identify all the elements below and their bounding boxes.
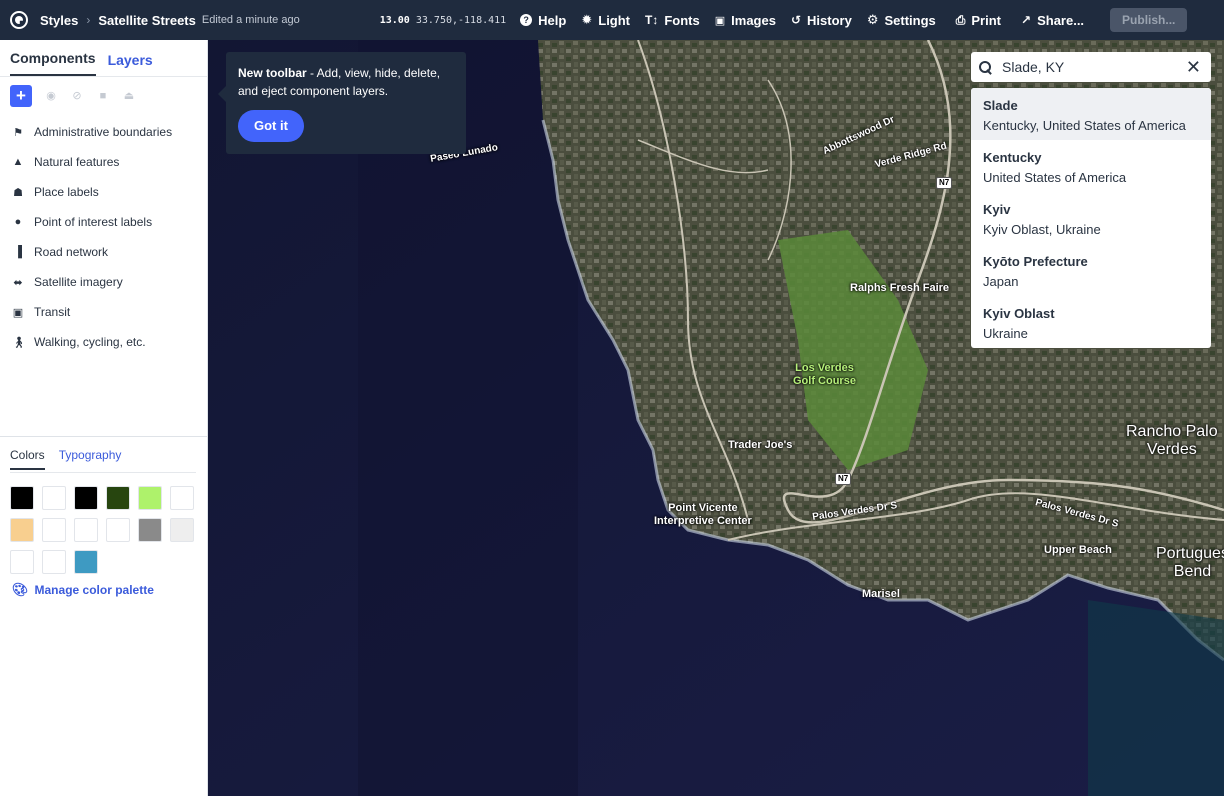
search-icon (979, 60, 992, 74)
view-icon[interactable]: ◉ (44, 90, 58, 102)
search-result[interactable]: Kyōto Prefecture Japan (971, 244, 1211, 296)
pin-icon: ● (14, 216, 22, 228)
transit-icon: ▣ (12, 306, 24, 319)
color-swatch[interactable] (10, 550, 34, 574)
component-natural-features[interactable]: ▲ Natural features (0, 147, 207, 177)
component-transit[interactable]: ▣ Transit (0, 297, 207, 327)
label-trader-joes: Trader Joe's (728, 439, 793, 451)
tab-typography[interactable]: Typography (59, 448, 122, 470)
search-result[interactable]: Kentucky United States of America (971, 140, 1211, 192)
label-rancho-palos-verdes: Rancho Palo Verdes (1126, 423, 1218, 459)
font-icon: T↕ (645, 13, 659, 27)
eject-icon[interactable]: ⏏ (122, 90, 136, 102)
style-subtabs: Colors Typography (10, 448, 121, 470)
tab-layers[interactable]: Layers (108, 52, 153, 76)
color-swatch[interactable] (138, 486, 162, 510)
color-swatch[interactable] (42, 550, 66, 574)
component-satellite-imagery[interactable]: ⬌ Satellite imagery (0, 267, 207, 297)
publish-button[interactable]: Publish... (1110, 8, 1188, 32)
light-button[interactable]: ✹ Light (581, 12, 630, 28)
component-road-network[interactable]: ▐ Road network (0, 237, 207, 267)
color-swatch[interactable] (42, 518, 66, 542)
breadcrumb-styles[interactable]: Styles (40, 13, 78, 28)
color-swatch[interactable] (10, 486, 34, 510)
history-icon: ↺ (790, 13, 802, 27)
printer-icon: ⎙ (955, 12, 966, 27)
label-ralphs-fresh-faire: Ralphs Fresh Faire (850, 282, 950, 294)
search-results: Slade Kentucky, United States of America … (971, 88, 1211, 348)
color-swatch[interactable] (106, 518, 130, 542)
history-button[interactable]: ↺ History (791, 13, 852, 28)
images-button[interactable]: ▣ Images (715, 13, 776, 28)
component-place-labels[interactable]: ☗ Place labels (0, 177, 207, 207)
hide-icon[interactable]: ⊘ (70, 90, 84, 102)
fonts-button[interactable]: T↕ Fonts (645, 13, 700, 28)
label-upper-beach: Upper Beach (1044, 544, 1112, 556)
color-swatch[interactable] (106, 486, 130, 510)
tab-components[interactable]: Components (10, 50, 96, 76)
left-sidebar: Components Layers + ◉ ⊘ ■ ⏏ ⚑ Administrat… (0, 40, 208, 796)
geocoder-search: ✕ (971, 52, 1211, 82)
city-icon: ☗ (13, 186, 23, 199)
search-result[interactable]: Kyiv Kyiv Oblast, Ukraine (971, 192, 1211, 244)
tab-colors[interactable]: Colors (10, 448, 45, 470)
search-result[interactable]: Kyiv Oblast Ukraine (971, 296, 1211, 348)
share-icon: ↗ (1021, 13, 1032, 27)
color-swatch[interactable] (42, 486, 66, 510)
settings-button[interactable]: ⚙ Settings (867, 12, 936, 28)
zoom-level: 13.00 (379, 14, 410, 26)
road-icon: ▐ (14, 246, 22, 258)
edited-status: Edited a minute ago (201, 14, 300, 26)
help-button[interactable]: ? Help (520, 13, 566, 28)
palette-icon: 🎨︎ (12, 582, 29, 597)
label-portuguese-bend: Portugues Bend (1156, 545, 1224, 581)
add-component-button[interactable]: + (10, 85, 32, 107)
new-toolbar-tooltip: New toolbar - Add, view, hide, delete, a… (218, 52, 466, 154)
help-icon: ? (520, 14, 533, 26)
subtab-underline (10, 472, 196, 473)
walking-icon: 🚶︎ (12, 336, 26, 349)
satellite-icon: ⬌ (13, 276, 23, 289)
component-walking-cycling[interactable]: 🚶︎ Walking, cycling, etc. (0, 327, 207, 357)
sidebar-tabs: Components Layers (0, 40, 207, 76)
share-button[interactable]: ↗ Share... (1021, 13, 1084, 28)
mapbox-logo-icon[interactable] (10, 11, 28, 29)
flag-icon: ⚑ (13, 126, 23, 139)
color-palette (10, 486, 196, 574)
color-swatch[interactable] (10, 518, 34, 542)
image-icon: ▣ (714, 14, 726, 27)
got-it-button[interactable]: Got it (238, 110, 304, 142)
search-result[interactable]: Slade Kentucky, United States of America (971, 88, 1211, 140)
component-list: ⚑ Administrative boundaries ▲ Natural feat… (0, 115, 207, 357)
gear-icon: ⚙ (866, 12, 879, 27)
tooltip-text: New toolbar - Add, view, hide, delete, a… (238, 66, 441, 98)
color-swatch[interactable] (170, 486, 194, 510)
close-icon[interactable]: ✕ (1186, 57, 1201, 78)
search-input[interactable] (1002, 59, 1182, 75)
manage-color-palette-link[interactable]: 🎨︎ Manage color palette (12, 582, 154, 598)
sidebar-divider (0, 436, 208, 437)
road-shield-n7-2: N7 (835, 473, 852, 485)
color-swatch[interactable] (170, 518, 194, 542)
color-swatch[interactable] (74, 550, 98, 574)
chevron-right-icon: › (86, 13, 91, 27)
coordinates: 33.750,-118.411 (415, 14, 507, 26)
sun-icon: ✹ (581, 12, 593, 27)
label-los-verdes-golf-course: Los Verdes Golf Course (793, 362, 856, 387)
top-toolbar: Styles › Satellite Streets Edited a minu… (0, 0, 1224, 40)
component-poi-labels[interactable]: ● Point of interest labels (0, 207, 207, 237)
component-admin-boundaries[interactable]: ⚑ Administrative boundaries (0, 117, 207, 147)
label-point-vicente: Point Vicente Interpretive Center (654, 502, 752, 527)
trash-icon[interactable]: ■ (96, 90, 110, 102)
road-shield-n7: N7 (936, 177, 953, 189)
print-button[interactable]: ⎙ Print (956, 13, 1001, 28)
color-swatch[interactable] (74, 486, 98, 510)
map-position-readout: 13.00 33.750,-118.411 (380, 15, 506, 26)
label-marisel: Marisel (862, 588, 900, 600)
component-toolbar: + ◉ ⊘ ■ ⏏ (0, 76, 207, 115)
style-name[interactable]: Satellite Streets (98, 13, 196, 28)
color-swatch[interactable] (74, 518, 98, 542)
mountain-icon: ▲ (12, 156, 24, 168)
color-swatch[interactable] (138, 518, 162, 542)
